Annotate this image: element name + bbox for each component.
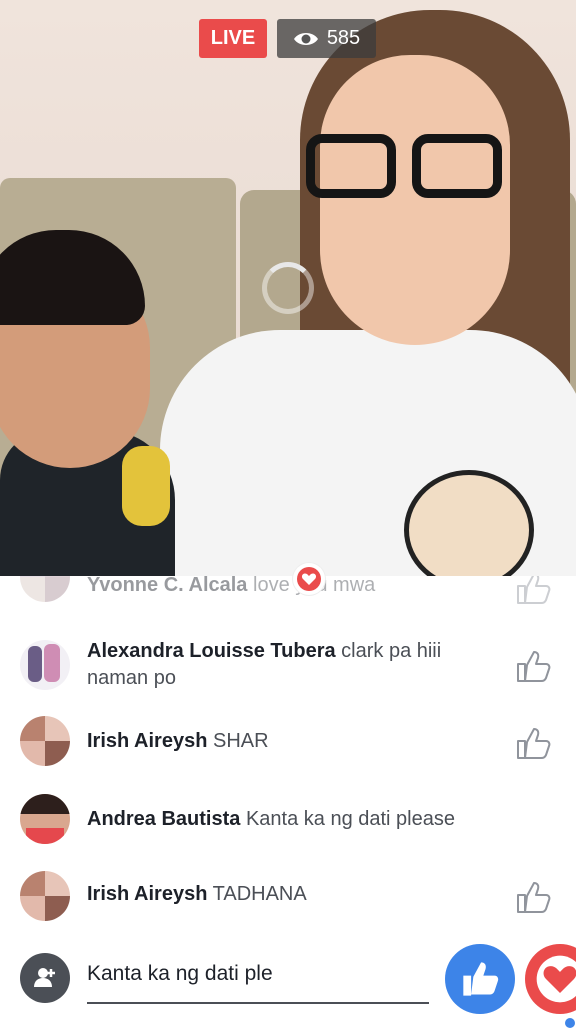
comment-composer: Kanta ka ng dati ple [0,940,576,1024]
avatar [20,871,70,921]
comments-list[interactable]: Yvonne C. Alcala love you mwa Alexandra … [0,576,576,940]
like-thumb-icon[interactable] [515,576,551,606]
eye-icon [293,32,318,45]
avatar [20,716,70,766]
comment-text: Andrea Bautista Kanta ka ng dati please [87,806,487,833]
comment-item: Irish Aireysh SHAR [0,716,576,776]
like-thumb-icon[interactable] [515,725,551,761]
comment-text: Yvonne C. Alcala love you mwa [87,576,487,599]
floating-heart-icon [293,563,325,595]
comment-message: TADHANA [212,883,307,905]
like-thumb-icon[interactable] [515,648,551,684]
comment-author: Yvonne C. Alcala [87,576,248,596]
thumbs-up-icon [463,962,499,996]
live-badge: LIVE [199,19,267,58]
notification-dot [565,1018,575,1028]
add-friend-button[interactable] [20,953,70,1003]
loading-spinner-icon [262,262,314,314]
add-person-icon [34,968,55,987]
comment-item: Andrea Bautista Kanta ka ng dati please [0,794,576,854]
comment-author: Andrea Bautista [87,808,241,830]
comment-message: SHAR [212,730,269,752]
comment-input-underline [87,1002,429,1004]
comment-item: Yvonne C. Alcala love you mwa [0,576,576,610]
video-person-glasses [306,134,506,202]
comment-text: Alexandra Louisse Tubera clark pa hiii n… [87,638,487,692]
avatar [20,640,70,690]
avatar [20,576,70,602]
viewer-count-value: 585 [326,27,361,49]
comment-text: Irish Aireysh SHAR [87,728,487,755]
like-reaction-button[interactable] [445,944,515,1014]
avatar [20,794,70,844]
live-video[interactable]: LIVE 585 [0,0,576,576]
comment-author: Alexandra Louisse Tubera [87,640,336,662]
comment-item: Irish Aireysh TADHANA [0,871,576,931]
comment-text: Irish Aireysh TADHANA [87,881,487,908]
comment-author: Irish Aireysh [87,883,208,905]
video-child-collar [122,446,170,526]
comment-message: Kanta ka ng dati please [245,808,455,830]
viewer-count: 585 [277,19,376,58]
heart-icon [536,955,576,1003]
like-thumb-icon[interactable] [515,879,551,915]
comment-item: Alexandra Louisse Tubera clark pa hiii n… [0,636,576,706]
comment-input[interactable]: Kanta ka ng dati ple [87,962,427,986]
love-reaction-button[interactable] [525,944,576,1014]
comment-author: Irish Aireysh [87,730,208,752]
